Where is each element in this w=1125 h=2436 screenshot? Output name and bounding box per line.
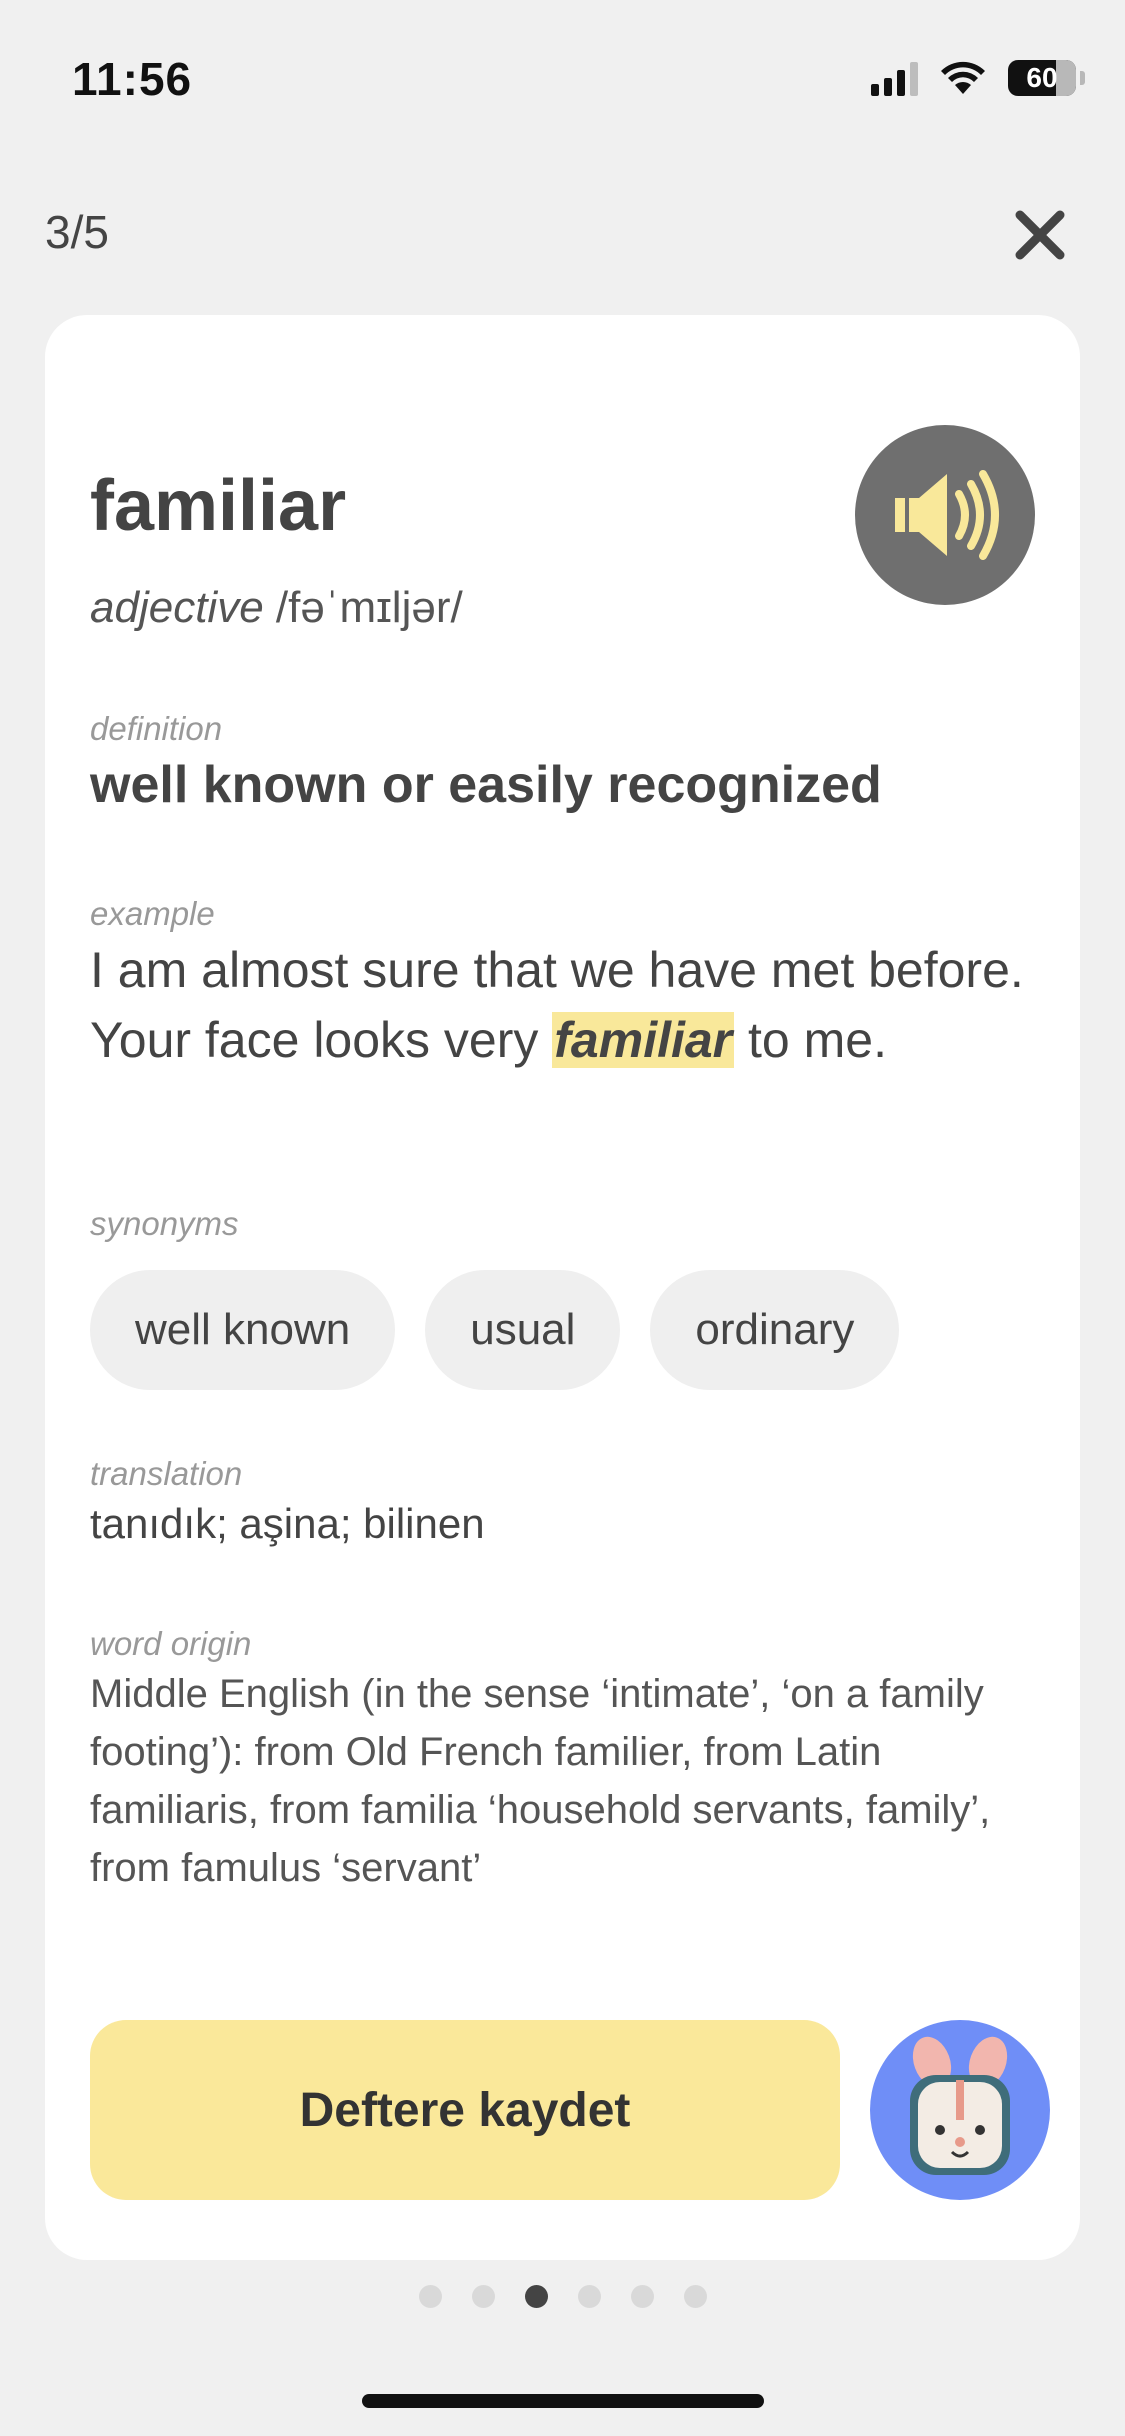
- speaker-icon: [895, 470, 999, 560]
- translation-label: translation: [90, 1455, 243, 1492]
- synonyms-label: synonyms: [90, 1205, 239, 1242]
- synonym-chip[interactable]: usual: [425, 1270, 621, 1390]
- pronounce-button[interactable]: [855, 425, 1035, 605]
- page-dot[interactable]: [418, 2285, 442, 2308]
- definition-text: well known or easily recognized: [90, 756, 882, 814]
- word-meta: adjective /fəˈmɪljər/: [90, 583, 463, 633]
- battery-level: 60: [1026, 62, 1058, 93]
- cellular-signal-icon: [871, 60, 918, 96]
- status-time: 11:56: [72, 53, 193, 105]
- example-text: I am almost sure that we have met before…: [90, 935, 1040, 1075]
- mascot-button[interactable]: [870, 2020, 1050, 2200]
- part-of-speech: adjective: [90, 583, 264, 632]
- page-dot-active[interactable]: [524, 2285, 548, 2308]
- translation-text: tanıdık; aşina; bilinen: [90, 1500, 485, 1547]
- battery-icon: 60: [1008, 60, 1076, 96]
- word-origin-text: Middle English (in the sense ‘intimate’,…: [90, 1672, 991, 1890]
- word-card: familiar adjective /fəˈmɪljər/ definitio…: [45, 315, 1080, 2260]
- home-indicator[interactable]: [362, 2394, 764, 2408]
- wifi-icon: [941, 61, 985, 94]
- bunny-mascot-icon: [910, 2036, 1010, 2175]
- synonym-chip[interactable]: ordinary: [650, 1270, 900, 1390]
- example-label: example: [90, 895, 215, 932]
- page-dot[interactable]: [577, 2285, 601, 2308]
- synonym-chip[interactable]: well known: [90, 1270, 396, 1390]
- status-bar: 11:56 60: [0, 0, 1125, 150]
- page-dot[interactable]: [683, 2285, 707, 2308]
- page-indicator: [0, 2285, 1125, 2308]
- example-highlight: familiar: [552, 1012, 735, 1068]
- close-icon: [1015, 210, 1065, 260]
- progress-counter: 3/5: [45, 206, 109, 258]
- word-title: familiar: [90, 466, 347, 546]
- page-dot[interactable]: [630, 2285, 654, 2308]
- word-origin-label: word origin: [90, 1625, 252, 1662]
- status-icons: 60: [871, 60, 1085, 96]
- save-to-notebook-button[interactable]: Deftere kaydet: [90, 2020, 840, 2200]
- page-dot[interactable]: [471, 2285, 495, 2308]
- definition-label: definition: [90, 710, 223, 747]
- pronunciation: /fəˈmɪljər/: [275, 583, 463, 632]
- close-button[interactable]: [1010, 205, 1070, 265]
- synonym-chips: well known usual ordinary: [90, 1270, 900, 1390]
- example-text-after: to me.: [734, 1012, 887, 1068]
